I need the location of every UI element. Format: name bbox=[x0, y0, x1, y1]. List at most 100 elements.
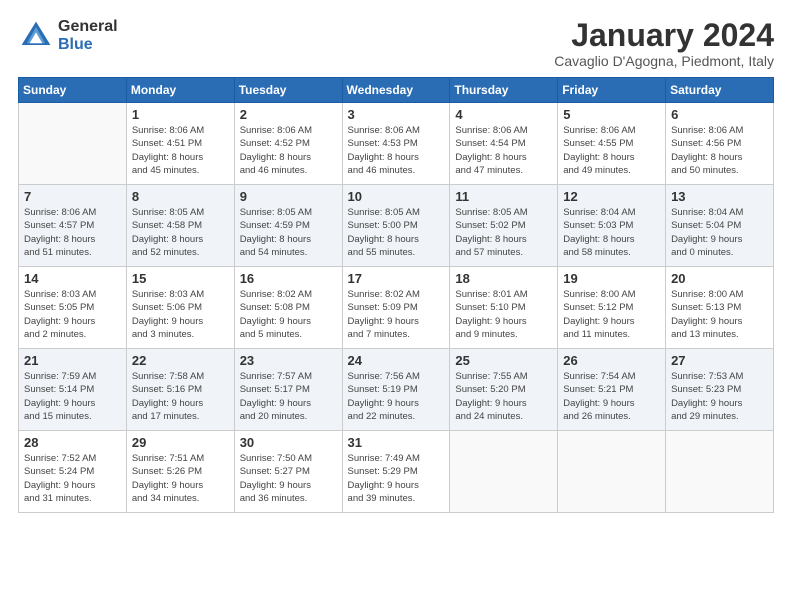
day-cell: 13 Sunrise: 8:04 AM Sunset: 5:04 PM Dayli… bbox=[666, 185, 774, 267]
title-block: January 2024 Cavaglio D'Agogna, Piedmont… bbox=[554, 18, 774, 69]
day-cell: 20Sunrise: 8:00 AM Sunset: 5:13 PM Dayli… bbox=[666, 267, 774, 349]
day-number: 3 bbox=[348, 107, 445, 122]
day-info: Sunrise: 7:55 AM Sunset: 5:20 PM Dayligh… bbox=[455, 370, 552, 423]
week-row-3: 14 Sunrise: 8:03 AM Sunset: 5:05 PM Dayli… bbox=[19, 267, 774, 349]
day-cell: 22 Sunrise: 7:58 AM Sunset: 5:16 PM Dayli… bbox=[126, 349, 234, 431]
logo-general-text: General bbox=[58, 18, 118, 36]
day-cell: 1 Sunrise: 8:06 AM Sunset: 4:51 PM Daylig… bbox=[126, 103, 234, 185]
day-number: 8 bbox=[132, 189, 229, 204]
day-info: Sunrise: 8:05 AM Sunset: 4:59 PM Dayligh… bbox=[240, 206, 337, 259]
day-number: 19 bbox=[563, 271, 660, 286]
header: General Blue January 2024 Cavaglio D'Ago… bbox=[18, 18, 774, 69]
day-number: 18 bbox=[455, 271, 552, 286]
day-number: 5 bbox=[563, 107, 660, 122]
day-info: Sunrise: 7:54 AM Sunset: 5:21 PM Dayligh… bbox=[563, 370, 660, 423]
day-cell: 31Sunrise: 7:49 AM Sunset: 5:29 PM Dayli… bbox=[342, 431, 450, 513]
day-cell: 23 Sunrise: 7:57 AM Sunset: 5:17 PM Dayli… bbox=[234, 349, 342, 431]
day-cell: 25 Sunrise: 7:55 AM Sunset: 5:20 PM Dayli… bbox=[450, 349, 558, 431]
week-row-5: 28 Sunrise: 7:52 AM Sunset: 5:24 PM Dayli… bbox=[19, 431, 774, 513]
day-cell: 14 Sunrise: 8:03 AM Sunset: 5:05 PM Dayli… bbox=[19, 267, 127, 349]
day-number: 31 bbox=[348, 435, 445, 450]
calendar-subtitle: Cavaglio D'Agogna, Piedmont, Italy bbox=[554, 53, 774, 69]
day-number: 17 bbox=[348, 271, 445, 286]
day-info: Sunrise: 7:57 AM Sunset: 5:17 PM Dayligh… bbox=[240, 370, 337, 423]
day-cell: 7 Sunrise: 8:06 AM Sunset: 4:57 PM Daylig… bbox=[19, 185, 127, 267]
day-info: Sunrise: 7:58 AM Sunset: 5:16 PM Dayligh… bbox=[132, 370, 229, 423]
header-cell-saturday: Saturday bbox=[666, 78, 774, 103]
day-cell: 18 Sunrise: 8:01 AM Sunset: 5:10 PM Dayli… bbox=[450, 267, 558, 349]
day-cell: 17 Sunrise: 8:02 AM Sunset: 5:09 PM Dayli… bbox=[342, 267, 450, 349]
day-info: Sunrise: 8:06 AM Sunset: 4:56 PM Dayligh… bbox=[671, 124, 768, 177]
day-number: 28 bbox=[24, 435, 121, 450]
day-number: 9 bbox=[240, 189, 337, 204]
header-cell-thursday: Thursday bbox=[450, 78, 558, 103]
day-info: Sunrise: 8:04 AM Sunset: 5:04 PM Dayligh… bbox=[671, 206, 768, 259]
day-number: 16 bbox=[240, 271, 337, 286]
day-number: 30 bbox=[240, 435, 337, 450]
day-cell: 21Sunrise: 7:59 AM Sunset: 5:14 PM Dayli… bbox=[19, 349, 127, 431]
day-info: Sunrise: 8:02 AM Sunset: 5:08 PM Dayligh… bbox=[240, 288, 337, 341]
day-cell: 5 Sunrise: 8:06 AM Sunset: 4:55 PM Daylig… bbox=[558, 103, 666, 185]
day-cell: 12Sunrise: 8:04 AM Sunset: 5:03 PM Dayli… bbox=[558, 185, 666, 267]
day-number: 11 bbox=[455, 189, 552, 204]
day-cell: 28 Sunrise: 7:52 AM Sunset: 5:24 PM Dayli… bbox=[19, 431, 127, 513]
day-info: Sunrise: 7:59 AM Sunset: 5:14 PM Dayligh… bbox=[24, 370, 121, 423]
day-cell bbox=[666, 431, 774, 513]
day-cell: 10Sunrise: 8:05 AM Sunset: 5:00 PM Dayli… bbox=[342, 185, 450, 267]
day-cell bbox=[19, 103, 127, 185]
day-number: 25 bbox=[455, 353, 552, 368]
day-cell: 30Sunrise: 7:50 AM Sunset: 5:27 PM Dayli… bbox=[234, 431, 342, 513]
day-cell: 19 Sunrise: 8:00 AM Sunset: 5:12 PM Dayli… bbox=[558, 267, 666, 349]
day-info: Sunrise: 8:05 AM Sunset: 5:00 PM Dayligh… bbox=[348, 206, 445, 259]
day-cell: 11 Sunrise: 8:05 AM Sunset: 5:02 PM Dayli… bbox=[450, 185, 558, 267]
day-info: Sunrise: 8:01 AM Sunset: 5:10 PM Dayligh… bbox=[455, 288, 552, 341]
day-info: Sunrise: 8:05 AM Sunset: 5:02 PM Dayligh… bbox=[455, 206, 552, 259]
day-cell: 3 Sunrise: 8:06 AM Sunset: 4:53 PM Daylig… bbox=[342, 103, 450, 185]
page: General Blue January 2024 Cavaglio D'Ago… bbox=[0, 0, 792, 612]
day-info: Sunrise: 8:00 AM Sunset: 5:12 PM Dayligh… bbox=[563, 288, 660, 341]
logo-icon bbox=[18, 18, 54, 54]
day-cell: 24Sunrise: 7:56 AM Sunset: 5:19 PM Dayli… bbox=[342, 349, 450, 431]
day-info: Sunrise: 8:06 AM Sunset: 4:51 PM Dayligh… bbox=[132, 124, 229, 177]
day-info: Sunrise: 8:00 AM Sunset: 5:13 PM Dayligh… bbox=[671, 288, 768, 341]
day-cell: 27Sunrise: 7:53 AM Sunset: 5:23 PM Dayli… bbox=[666, 349, 774, 431]
calendar-title: January 2024 bbox=[554, 18, 774, 53]
day-number: 22 bbox=[132, 353, 229, 368]
day-cell: 26Sunrise: 7:54 AM Sunset: 5:21 PM Dayli… bbox=[558, 349, 666, 431]
week-row-4: 21Sunrise: 7:59 AM Sunset: 5:14 PM Dayli… bbox=[19, 349, 774, 431]
day-info: Sunrise: 8:04 AM Sunset: 5:03 PM Dayligh… bbox=[563, 206, 660, 259]
day-number: 23 bbox=[240, 353, 337, 368]
day-number: 7 bbox=[24, 189, 121, 204]
day-info: Sunrise: 8:06 AM Sunset: 4:54 PM Dayligh… bbox=[455, 124, 552, 177]
day-info: Sunrise: 7:53 AM Sunset: 5:23 PM Dayligh… bbox=[671, 370, 768, 423]
day-number: 29 bbox=[132, 435, 229, 450]
day-number: 1 bbox=[132, 107, 229, 122]
day-info: Sunrise: 7:52 AM Sunset: 5:24 PM Dayligh… bbox=[24, 452, 121, 505]
day-cell: 2 Sunrise: 8:06 AM Sunset: 4:52 PM Daylig… bbox=[234, 103, 342, 185]
day-info: Sunrise: 7:56 AM Sunset: 5:19 PM Dayligh… bbox=[348, 370, 445, 423]
day-cell: 16 Sunrise: 8:02 AM Sunset: 5:08 PM Dayli… bbox=[234, 267, 342, 349]
week-row-2: 7 Sunrise: 8:06 AM Sunset: 4:57 PM Daylig… bbox=[19, 185, 774, 267]
day-info: Sunrise: 8:06 AM Sunset: 4:55 PM Dayligh… bbox=[563, 124, 660, 177]
day-info: Sunrise: 8:02 AM Sunset: 5:09 PM Dayligh… bbox=[348, 288, 445, 341]
day-info: Sunrise: 8:05 AM Sunset: 4:58 PM Dayligh… bbox=[132, 206, 229, 259]
header-cell-wednesday: Wednesday bbox=[342, 78, 450, 103]
day-info: Sunrise: 8:03 AM Sunset: 5:05 PM Dayligh… bbox=[24, 288, 121, 341]
week-row-1: 1 Sunrise: 8:06 AM Sunset: 4:51 PM Daylig… bbox=[19, 103, 774, 185]
day-cell bbox=[558, 431, 666, 513]
day-number: 15 bbox=[132, 271, 229, 286]
header-cell-tuesday: Tuesday bbox=[234, 78, 342, 103]
day-cell: 6Sunrise: 8:06 AM Sunset: 4:56 PM Daylig… bbox=[666, 103, 774, 185]
day-info: Sunrise: 8:06 AM Sunset: 4:53 PM Dayligh… bbox=[348, 124, 445, 177]
day-cell: 4 Sunrise: 8:06 AM Sunset: 4:54 PM Daylig… bbox=[450, 103, 558, 185]
header-row: SundayMondayTuesdayWednesdayThursdayFrid… bbox=[19, 78, 774, 103]
logo-blue-text: Blue bbox=[58, 36, 118, 54]
day-info: Sunrise: 8:06 AM Sunset: 4:57 PM Dayligh… bbox=[24, 206, 121, 259]
day-number: 4 bbox=[455, 107, 552, 122]
day-number: 14 bbox=[24, 271, 121, 286]
day-number: 2 bbox=[240, 107, 337, 122]
day-cell: 29Sunrise: 7:51 AM Sunset: 5:26 PM Dayli… bbox=[126, 431, 234, 513]
day-number: 13 bbox=[671, 189, 768, 204]
day-info: Sunrise: 8:06 AM Sunset: 4:52 PM Dayligh… bbox=[240, 124, 337, 177]
day-cell bbox=[450, 431, 558, 513]
